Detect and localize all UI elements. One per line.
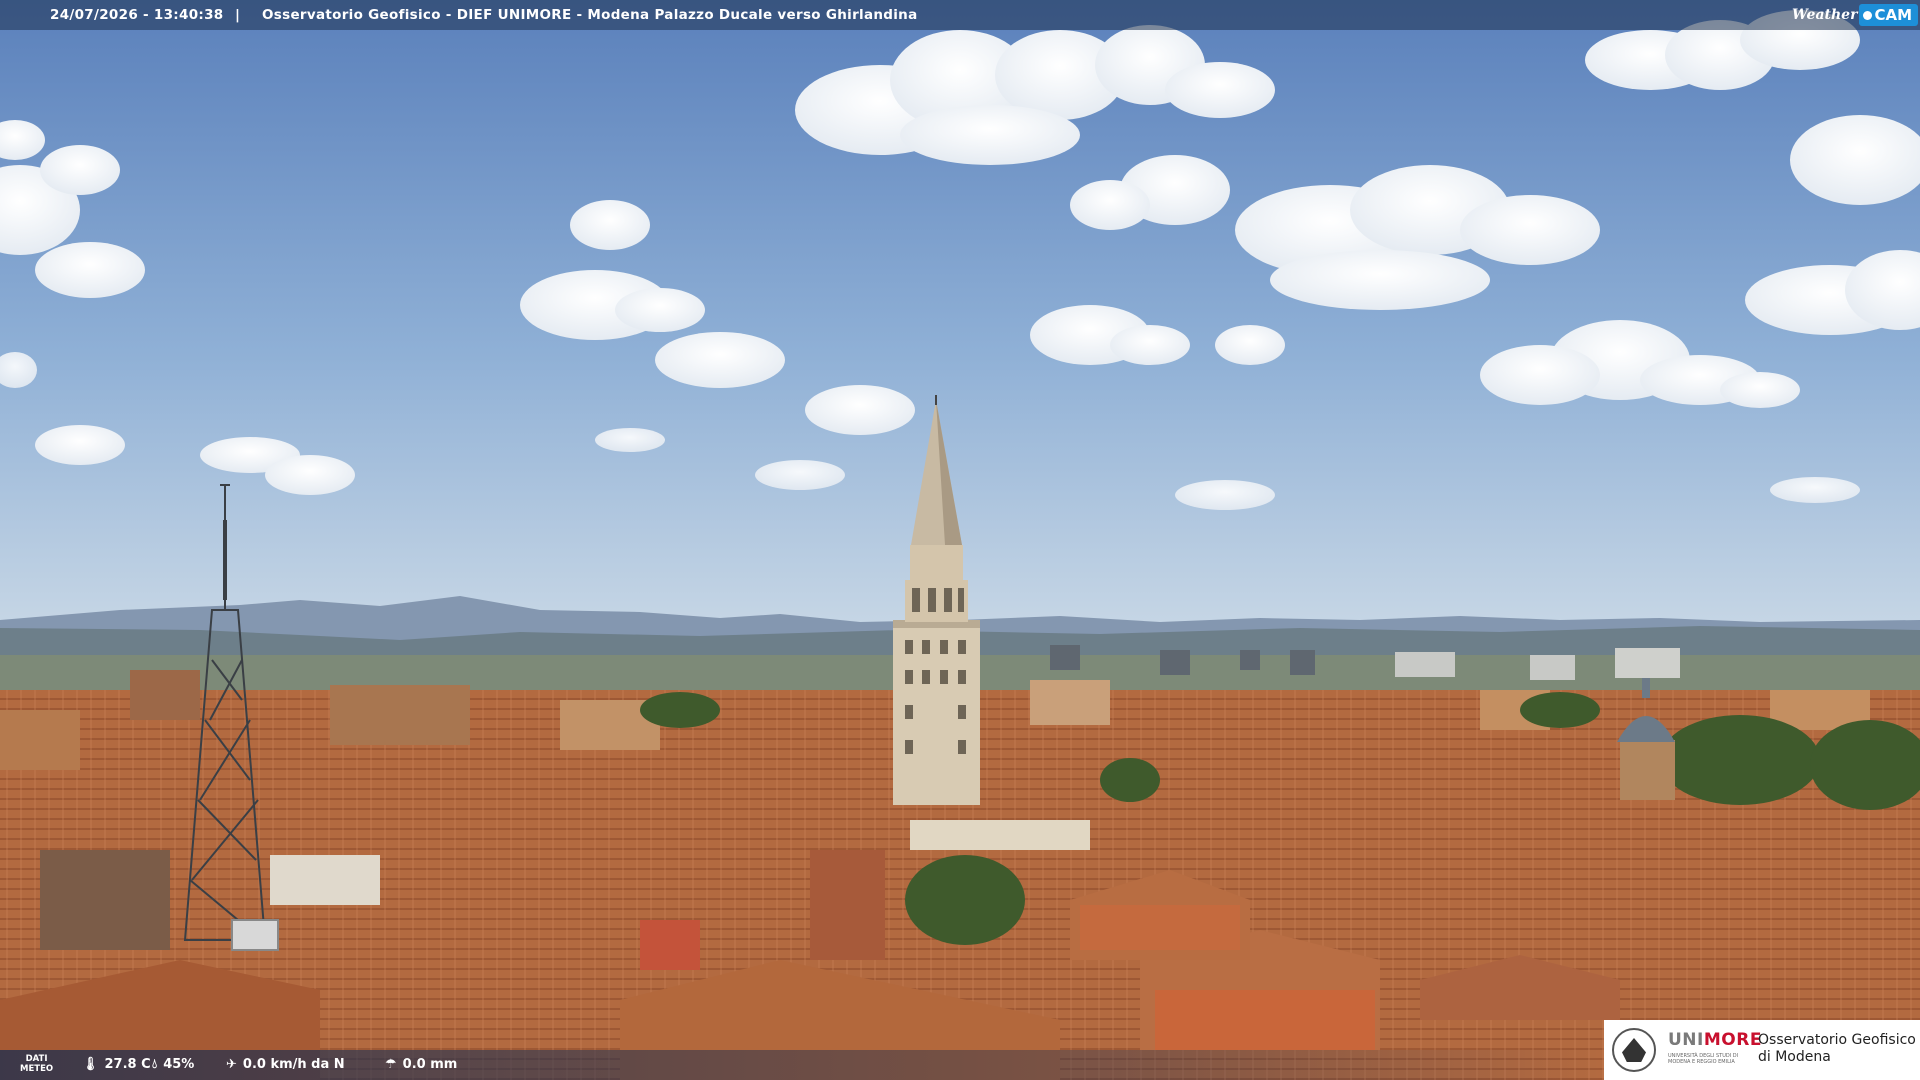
weathercam-logo: Weather CAM: [1792, 2, 1918, 28]
observatory-name: Osservatorio Geofisico di Modena: [1758, 1032, 1916, 1065]
rain-reading: ☂︎ 0.0 mm: [385, 1057, 457, 1072]
humidity-value: 45%: [163, 1057, 195, 1072]
weathercam-weather-text: Weather: [1791, 7, 1858, 23]
wind-reading: ✈︎ 0.0 km/h da N: [226, 1057, 345, 1072]
temperature-value: 27.8 C: [104, 1057, 151, 1072]
weathercam-cam-text: CAM: [1874, 6, 1912, 24]
weathercam-cam-badge: CAM: [1859, 4, 1918, 26]
overlay-topbar: 24/07/2026 - 13:40:38 | Osservatorio Geo…: [0, 0, 1920, 30]
webcam-scene: [0, 0, 1920, 1080]
timestamp: 24/07/2026 - 13:40:38: [50, 7, 224, 23]
meteo-strip: DATI METEO 🌡︎ 27.8 C 💧︎ 45% ✈︎ 0.0 km/h …: [0, 1050, 1600, 1080]
humidity-reading: 💧︎ 45%: [152, 1057, 194, 1072]
thermometer-icon: 🌡︎: [82, 1057, 99, 1072]
lens-icon: [1863, 10, 1873, 20]
title-separator: |: [235, 7, 241, 23]
camera-title: Osservatorio Geofisico - DIEF UNIMORE - …: [262, 7, 918, 23]
temperature-reading: 🌡︎ 27.8 C: [82, 1057, 151, 1072]
meteo-label: DATI METEO: [20, 1054, 54, 1074]
university-seal-icon: [1612, 1028, 1656, 1072]
unimore-wordmark: UNIMORE: [1668, 1030, 1762, 1050]
wind-value: 0.0 km/h da N: [242, 1057, 345, 1072]
unimore-logo-box: UNIMORE UNIVERSITÀ DEGLI STUDI DI MODENA…: [1604, 1020, 1920, 1080]
wind-icon: ✈︎: [226, 1057, 237, 1072]
rain-icon: ☂︎: [385, 1057, 397, 1072]
humidity-icon: 💧︎: [152, 1057, 158, 1072]
unimore-subtitle: UNIVERSITÀ DEGLI STUDI DI MODENA E REGGI…: [1668, 1053, 1739, 1065]
rain-value: 0.0 mm: [402, 1057, 458, 1072]
